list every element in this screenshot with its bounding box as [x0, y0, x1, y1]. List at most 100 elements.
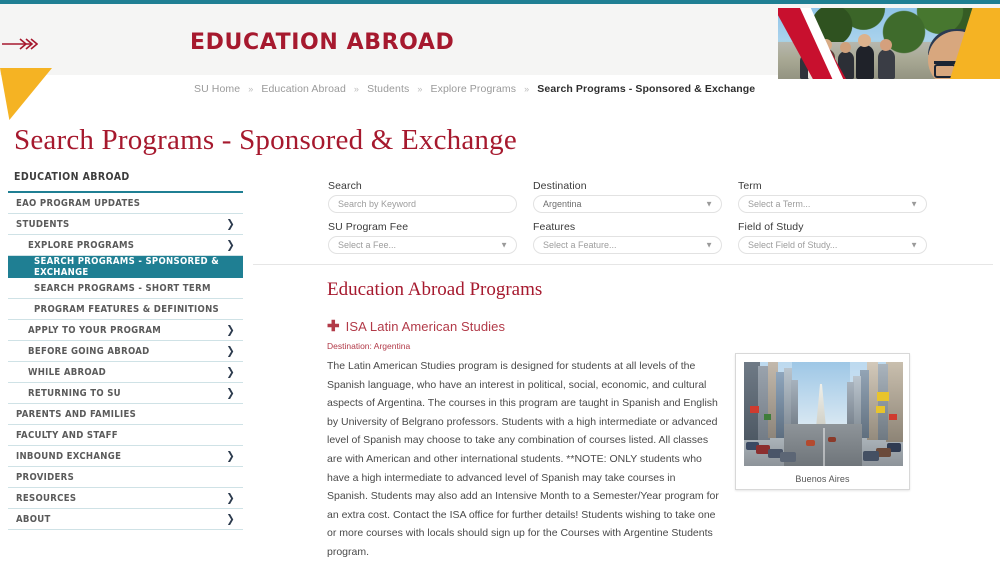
sidebar-heading: EDUCATION ABROAD — [8, 168, 243, 193]
breadcrumb-separator: » — [248, 84, 254, 94]
breadcrumb-item-explore-programs[interactable]: Explore Programs — [430, 83, 516, 95]
header-banner-photo — [778, 8, 1000, 79]
search-input[interactable]: Search by Keyword — [328, 195, 517, 213]
search-label: Search — [328, 180, 362, 192]
destination-select[interactable]: Argentina ▼ — [533, 195, 722, 213]
sidebar-item-label: RETURNING TO SU — [28, 387, 121, 399]
chevron-right-icon: ❯ — [226, 344, 235, 358]
features-select[interactable]: Select a Feature... ▼ — [533, 236, 722, 254]
filter-group-term: Term Select a Term... ▼ — [738, 180, 927, 213]
breadcrumb-separator: » — [353, 84, 360, 94]
term-label: Term — [738, 180, 762, 192]
sidebar-item-label: PARENTS AND FAMILIES — [16, 408, 137, 420]
sidebar-item-label: BEFORE GOING ABROAD — [28, 345, 150, 357]
chevron-down-icon: ▼ — [910, 199, 918, 209]
sidebar-item-label: INBOUND EXCHANGE — [16, 450, 122, 462]
term-value: Select a Term... — [748, 199, 811, 209]
sidebar-item-about[interactable]: ABOUT ❯ — [8, 509, 243, 530]
yellow-triangle-accent — [0, 68, 52, 120]
triple-chevron-arrow-icon — [2, 37, 39, 51]
sidebar-item-program-features-definitions[interactable]: PROGRAM FEATURES & DEFINITIONS — [8, 299, 243, 320]
field-of-study-value: Select Field of Study... — [748, 240, 838, 250]
destination-value: Argentina — [543, 199, 582, 209]
filter-group-su-program-fee: SU Program Fee Select a Fee... ▼ — [328, 221, 517, 254]
sidebar-item-label: RESOURCES — [16, 492, 77, 504]
filter-row-1: Search Search by Keyword Destination Arg… — [328, 180, 928, 213]
sidebar-item-label: ABOUT — [16, 513, 51, 525]
chevron-right-icon: ❯ — [226, 449, 235, 463]
chevron-right-icon: ❯ — [226, 512, 235, 526]
program-title-row[interactable]: ✚ ISA Latin American Studies — [327, 319, 927, 334]
sidebar-item-label: EAO PROGRAM UPDATES — [16, 197, 141, 209]
su-program-fee-value: Select a Fee... — [338, 240, 397, 250]
program-description: The Latin American Studies program is de… — [327, 360, 719, 558]
breadcrumb-separator: » — [524, 84, 530, 94]
sidebar-item-label: SEARCH PROGRAMS - SPONSORED & EXCHANGE — [34, 255, 219, 278]
filter-group-features: Features Select a Feature... ▼ — [533, 221, 722, 254]
breadcrumb-current: Search Programs - Sponsored & Exchange — [537, 83, 756, 95]
chevron-right-icon: ❯ — [226, 323, 235, 337]
sidebar-item-label: PROGRAM FEATURES & DEFINITIONS — [34, 303, 219, 315]
sidebar-item-label: FACULTY AND STAFF — [16, 429, 118, 441]
program-destination: Destination: Argentina — [327, 341, 411, 351]
sidebar-item-faculty-and-staff[interactable]: FACULTY AND STAFF — [8, 425, 243, 446]
sidebar-item-label: SEARCH PROGRAMS - SHORT TERM — [34, 282, 211, 294]
chevron-down-icon: ▼ — [705, 240, 713, 250]
program-filter-panel: Search Search by Keyword Destination Arg… — [328, 180, 928, 262]
sidebar-item-returning-to-su[interactable]: RETURNING TO SU ❯ — [8, 383, 243, 404]
sidebar-item-search-programs-sponsored-exchange[interactable]: SEARCH PROGRAMS - SPONSORED & EXCHANGE — [8, 256, 243, 278]
sidebar-item-search-programs-short-term[interactable]: SEARCH PROGRAMS - SHORT TERM — [8, 278, 243, 299]
section-heading: Education Abroad Programs — [327, 279, 543, 300]
plus-icon[interactable]: ✚ — [327, 319, 340, 334]
filter-group-field-of-study: Field of Study Select Field of Study... … — [738, 221, 927, 254]
buenos-aires-street-photo — [744, 362, 903, 466]
filter-group-search: Search Search by Keyword — [328, 180, 517, 213]
sidebar-item-providers[interactable]: PROVIDERS — [8, 467, 243, 488]
site-title: EDUCATION ABROAD — [190, 30, 455, 55]
sidebar-item-label: EXPLORE PROGRAMS — [28, 239, 135, 251]
breadcrumb-item-students[interactable]: Students — [367, 83, 409, 95]
chevron-right-icon: ❯ — [226, 365, 235, 379]
program-title: ISA Latin American Studies — [345, 319, 506, 334]
sidebar-item-resources[interactable]: RESOURCES ❯ — [8, 488, 243, 509]
site-header: EDUCATION ABROAD — [0, 4, 1000, 79]
content-divider — [253, 264, 993, 265]
chevron-right-icon: ❯ — [226, 238, 235, 252]
program-image-card: Buenos Aires — [735, 353, 910, 490]
destination-label: Destination — [533, 180, 587, 192]
sidebar-nav: EDUCATION ABROAD EAO PROGRAM UPDATES STU… — [8, 168, 243, 530]
sidebar-item-label: APPLY TO YOUR PROGRAM — [28, 324, 162, 336]
sidebar-item-apply-to-your-program[interactable]: APPLY TO YOUR PROGRAM ❯ — [8, 320, 243, 341]
search-input-placeholder: Search by Keyword — [338, 199, 417, 209]
sidebar-item-while-abroad[interactable]: WHILE ABROAD ❯ — [8, 362, 243, 383]
image-caption: Buenos Aires — [795, 474, 850, 484]
breadcrumb-item-su-home[interactable]: SU Home — [194, 83, 240, 95]
features-label: Features — [533, 221, 576, 233]
page-root: EDUCATION ABROAD SU Home » Education Abr… — [0, 0, 1000, 563]
su-program-fee-select[interactable]: Select a Fee... ▼ — [328, 236, 517, 254]
sidebar-item-label: PROVIDERS — [16, 471, 75, 483]
chevron-right-icon: ❯ — [226, 491, 235, 505]
sidebar-item-explore-programs[interactable]: EXPLORE PROGRAMS ❯ — [8, 235, 243, 256]
field-of-study-select[interactable]: Select Field of Study... ▼ — [738, 236, 927, 254]
term-select[interactable]: Select a Term... ▼ — [738, 195, 927, 213]
sidebar-item-students[interactable]: STUDENTS ❯ — [8, 214, 243, 235]
sidebar-item-label: STUDENTS — [16, 218, 70, 230]
filter-row-2: SU Program Fee Select a Fee... ▼ Feature… — [328, 221, 928, 254]
features-value: Select a Feature... — [543, 240, 617, 250]
chevron-down-icon: ▼ — [500, 240, 508, 250]
breadcrumb-separator: » — [417, 84, 423, 94]
breadcrumb-item-education-abroad[interactable]: Education Abroad — [261, 83, 346, 95]
breadcrumb: SU Home » Education Abroad » Students » … — [194, 83, 755, 95]
sidebar-item-eao-program-updates[interactable]: EAO PROGRAM UPDATES — [8, 193, 243, 214]
su-program-fee-label: SU Program Fee — [328, 221, 409, 233]
sidebar-item-before-going-abroad[interactable]: BEFORE GOING ABROAD ❯ — [8, 341, 243, 362]
field-of-study-label: Field of Study — [738, 221, 804, 233]
sidebar-item-label: WHILE ABROAD — [28, 366, 107, 378]
sidebar-item-inbound-exchange[interactable]: INBOUND EXCHANGE ❯ — [8, 446, 243, 467]
chevron-down-icon: ▼ — [705, 199, 713, 209]
page-title: Search Programs - Sponsored & Exchange — [14, 124, 517, 156]
sidebar-item-parents-and-families[interactable]: PARENTS AND FAMILIES — [8, 404, 243, 425]
filter-group-destination: Destination Argentina ▼ — [533, 180, 722, 213]
chevron-right-icon: ❯ — [226, 217, 235, 231]
